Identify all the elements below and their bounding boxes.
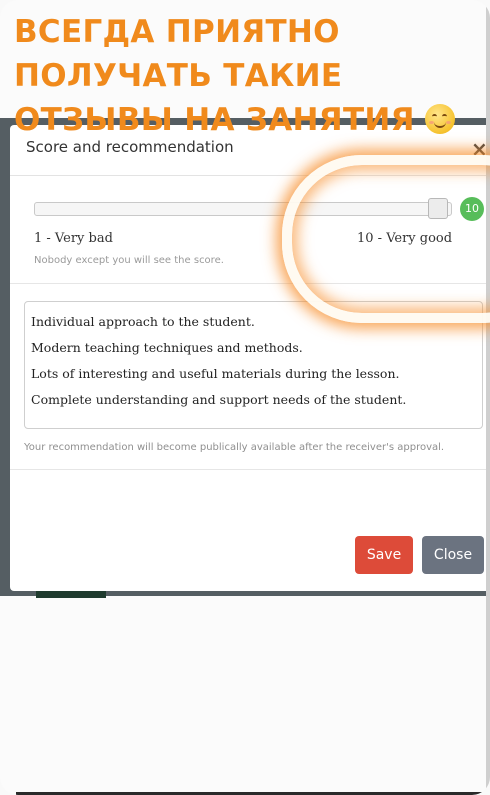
- close-button[interactable]: Close: [422, 536, 484, 574]
- story-caption: ВСЕГДА ПРИЯТНО ПОЛУЧАТЬ ТАКИЕ ОТЗЫВЫ НА …: [14, 10, 484, 142]
- slider-min-label: 1 - Very bad: [34, 231, 113, 246]
- footer-divider: [10, 469, 490, 470]
- smiling-face-icon: [424, 104, 455, 134]
- right-edge: [486, 0, 490, 795]
- recommendation-line: Complete understanding and support needs…: [31, 392, 407, 407]
- highlight-circle: [282, 155, 490, 323]
- caption-line-1: ВСЕГДА ПРИЯТНО: [14, 14, 340, 50]
- background-element: [36, 590, 106, 598]
- caption-line-3-wrap: ОТЗЫВЫ НА ЗАНЯТИЯ: [14, 98, 484, 142]
- save-button[interactable]: Save: [355, 536, 413, 574]
- recommendation-line: Modern teaching techniques and methods.: [31, 340, 303, 355]
- story-screenshot: ВСЕГДА ПРИЯТНО ПОЛУЧАТЬ ТАКИЕ ОТЗЫВЫ НА …: [0, 0, 490, 795]
- caption-line-3: ОТЗЫВЫ НА ЗАНЯТИЯ: [14, 102, 415, 138]
- caption-line-2: ПОЛУЧАТЬ ТАКИЕ: [14, 58, 343, 94]
- recommendation-visibility-note: Your recommendation will become publical…: [24, 442, 445, 453]
- recommendation-line: Lots of interesting and useful materials…: [31, 366, 400, 381]
- score-privacy-note: Nobody except you will see the score.: [34, 255, 224, 266]
